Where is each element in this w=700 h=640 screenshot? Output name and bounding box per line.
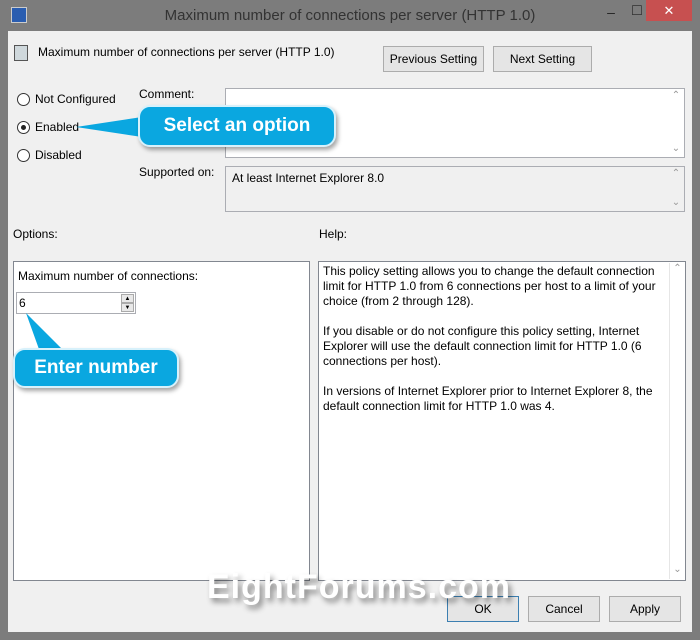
- enter-number-callout: Enter number: [13, 348, 179, 388]
- watermark: EightForums.com: [207, 568, 512, 606]
- callout-pointer-select: [26, 117, 142, 352]
- select-option-callout: Select an option: [138, 105, 336, 147]
